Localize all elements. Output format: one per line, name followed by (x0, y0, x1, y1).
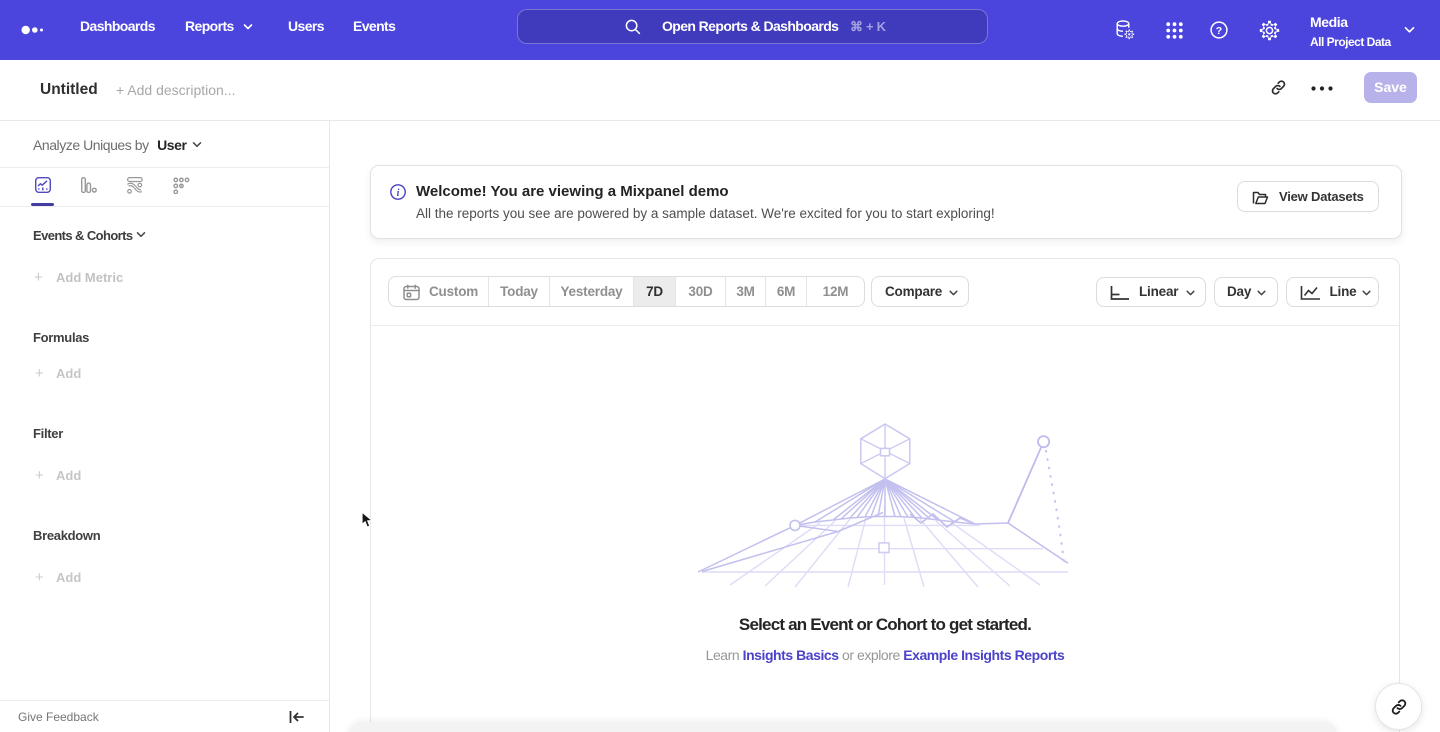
svg-text:i: i (397, 188, 400, 199)
svg-text:?: ? (1216, 25, 1222, 37)
